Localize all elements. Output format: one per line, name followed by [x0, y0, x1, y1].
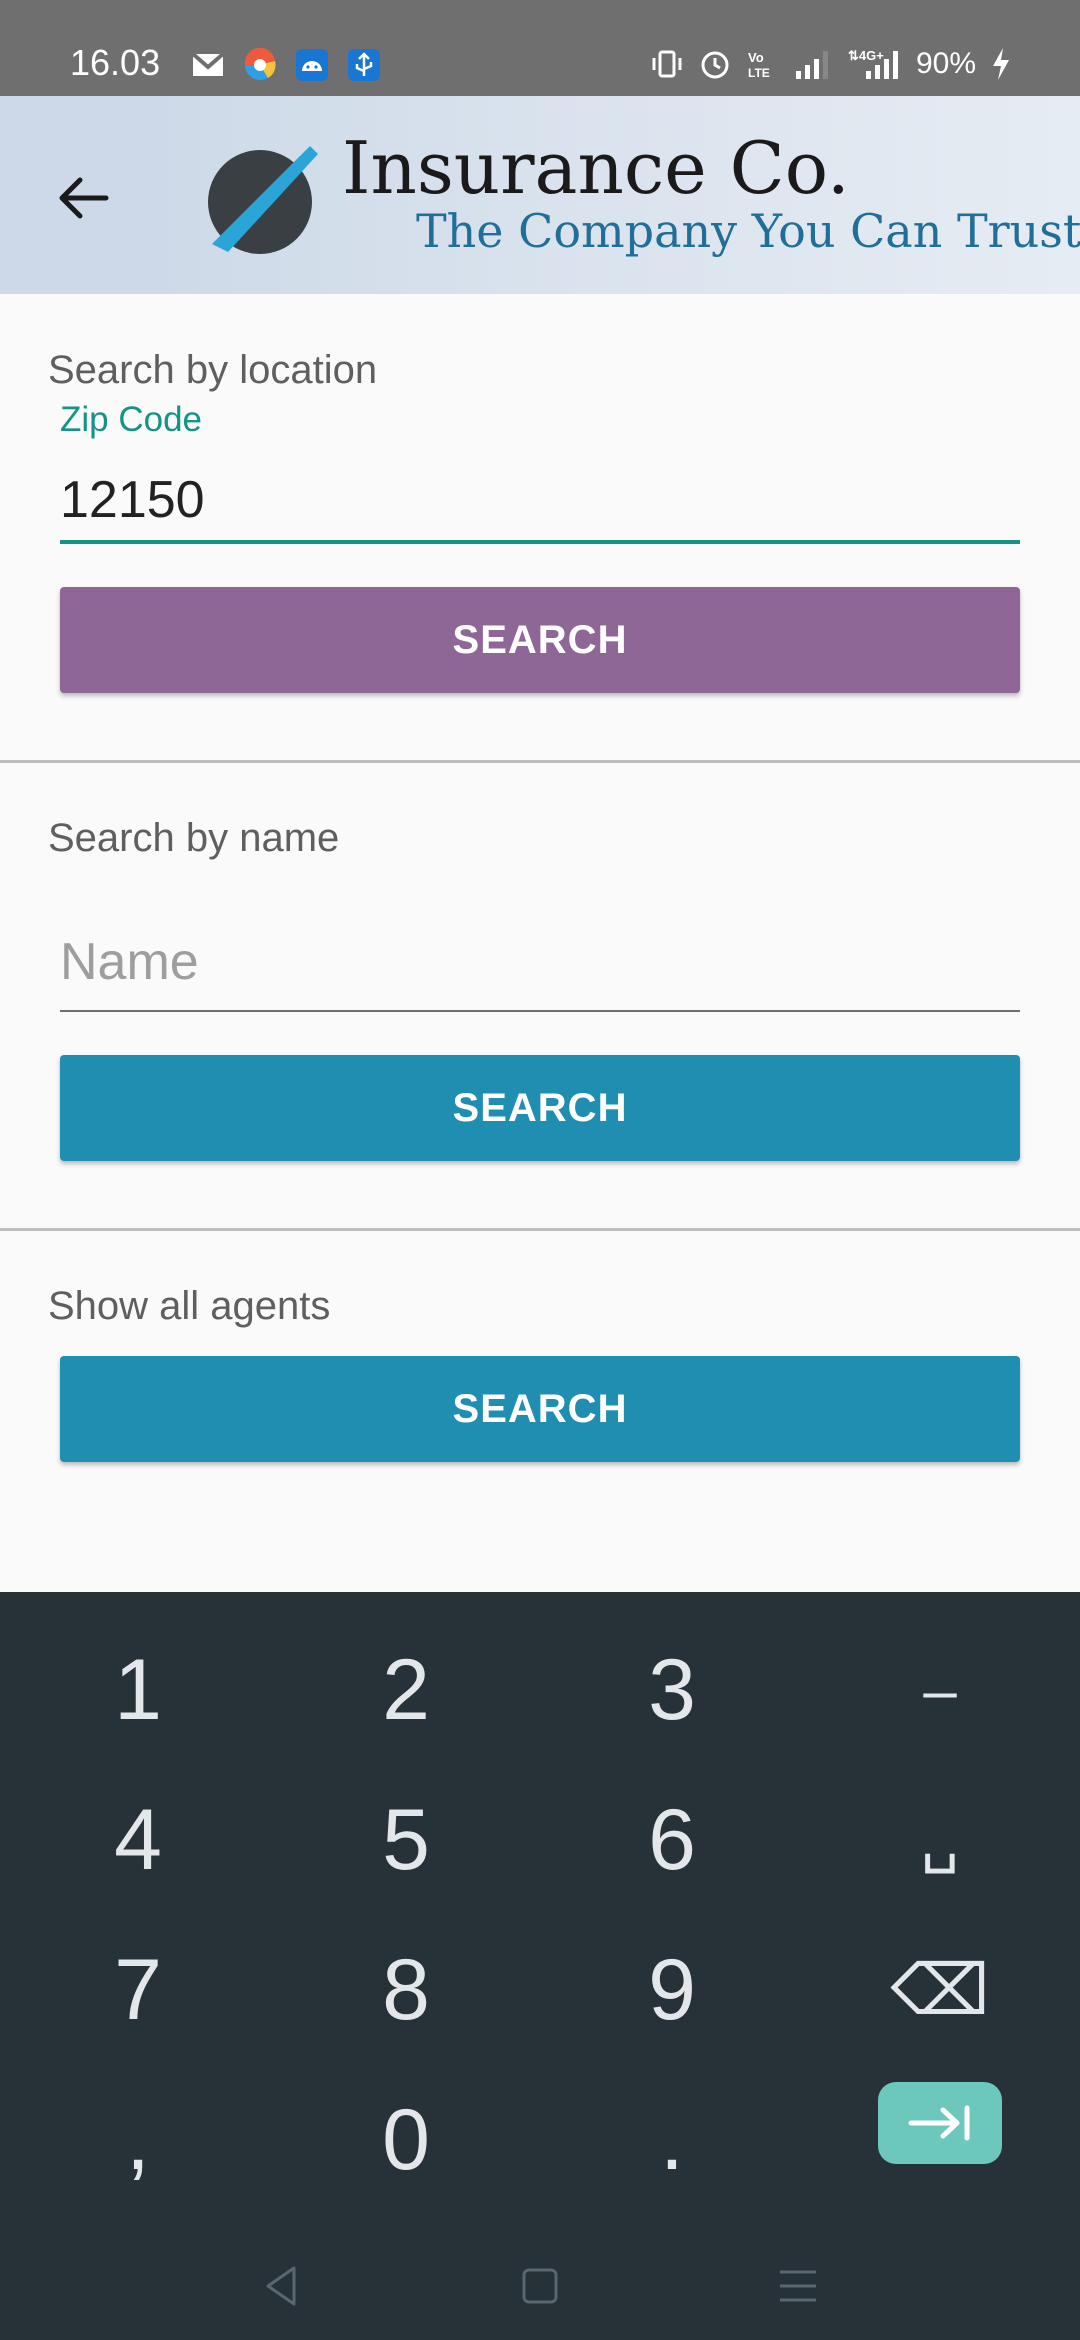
zip-code-label: Zip Code: [60, 400, 203, 439]
charging-icon: [993, 48, 1009, 80]
vibrate-icon: [652, 50, 682, 78]
key-tab[interactable]: [878, 2082, 1002, 2164]
zip-code-input[interactable]: 12150: [60, 470, 205, 530]
key-2[interactable]: 2: [306, 1630, 506, 1750]
status-bar: 16.03 Vo LTE ⇅4G+ 90%: [0, 0, 1080, 96]
system-nav-bar: [0, 2230, 1080, 2340]
nav-home-icon[interactable]: [510, 2256, 570, 2316]
signal-icon-4g: ⇅4G+: [848, 48, 898, 79]
key-8[interactable]: 8: [306, 1930, 506, 2050]
svg-text:⇅4G+: ⇅4G+: [848, 48, 884, 63]
search-form: Search by location Zip Code 12150 SEARCH…: [0, 294, 1080, 1592]
key-comma[interactable]: ,: [38, 2080, 238, 2200]
battery-level: 90%: [915, 47, 976, 80]
status-time: 16.03: [70, 42, 161, 83]
key-3[interactable]: 3: [572, 1630, 772, 1750]
svg-text:LTE: LTE: [748, 66, 770, 80]
zip-code-underline: [60, 540, 1020, 544]
key-period[interactable]: .: [572, 2080, 772, 2200]
key-7[interactable]: 7: [38, 1930, 238, 2050]
notification-icons: [190, 47, 382, 83]
location-section-label: Search by location: [48, 348, 378, 392]
key-space[interactable]: ␣: [840, 1780, 1040, 1900]
search-name-button[interactable]: SEARCH: [60, 1055, 1020, 1161]
key-6[interactable]: 6: [572, 1780, 772, 1900]
divider-2: [0, 1228, 1080, 1231]
signal-icon-1: [795, 51, 828, 79]
usb-icon: [348, 49, 380, 81]
key-minus[interactable]: –: [840, 1630, 1040, 1750]
nav-back-icon[interactable]: [252, 2256, 312, 2316]
name-input[interactable]: Name: [60, 932, 199, 992]
agents-section-label: Show all agents: [48, 1284, 331, 1328]
show-all-agents-button[interactable]: SEARCH: [60, 1356, 1020, 1462]
key-5[interactable]: 5: [306, 1780, 506, 1900]
company-logo-icon: [208, 146, 318, 254]
search-location-button[interactable]: SEARCH: [60, 587, 1020, 693]
back-arrow-icon[interactable]: [52, 166, 116, 230]
alarm-icon: [701, 51, 729, 79]
gmail-icon: [191, 52, 225, 76]
browser-icon: [244, 47, 276, 80]
key-backspace[interactable]: ⌫: [840, 1930, 1040, 2050]
app-header-banner: Insurance Co. The Company You Can Trust: [0, 96, 1080, 294]
numeric-keyboard: 1 2 3 – 4 5 6 ␣ 7 8 9 ⌫ , 0 .: [0, 1592, 1080, 2340]
divider-1: [0, 760, 1080, 763]
brand-title: Insurance Co.: [342, 126, 850, 210]
android-icon: [296, 49, 328, 81]
volte-icon: VoLTE: [748, 50, 770, 80]
brand-tagline: The Company You Can Trust: [416, 204, 1080, 258]
nav-menu-icon[interactable]: [768, 2256, 828, 2316]
svg-text:Vo: Vo: [748, 50, 764, 65]
key-4[interactable]: 4: [38, 1780, 238, 1900]
key-0[interactable]: 0: [306, 2080, 506, 2200]
tab-arrow-icon: [908, 2105, 970, 2141]
name-section-label: Search by name: [48, 816, 340, 860]
key-9[interactable]: 9: [572, 1930, 772, 2050]
key-1[interactable]: 1: [38, 1630, 238, 1750]
name-input-underline: [60, 1010, 1020, 1012]
system-status-icons: Vo LTE ⇅4G+ 90%: [650, 46, 1012, 82]
